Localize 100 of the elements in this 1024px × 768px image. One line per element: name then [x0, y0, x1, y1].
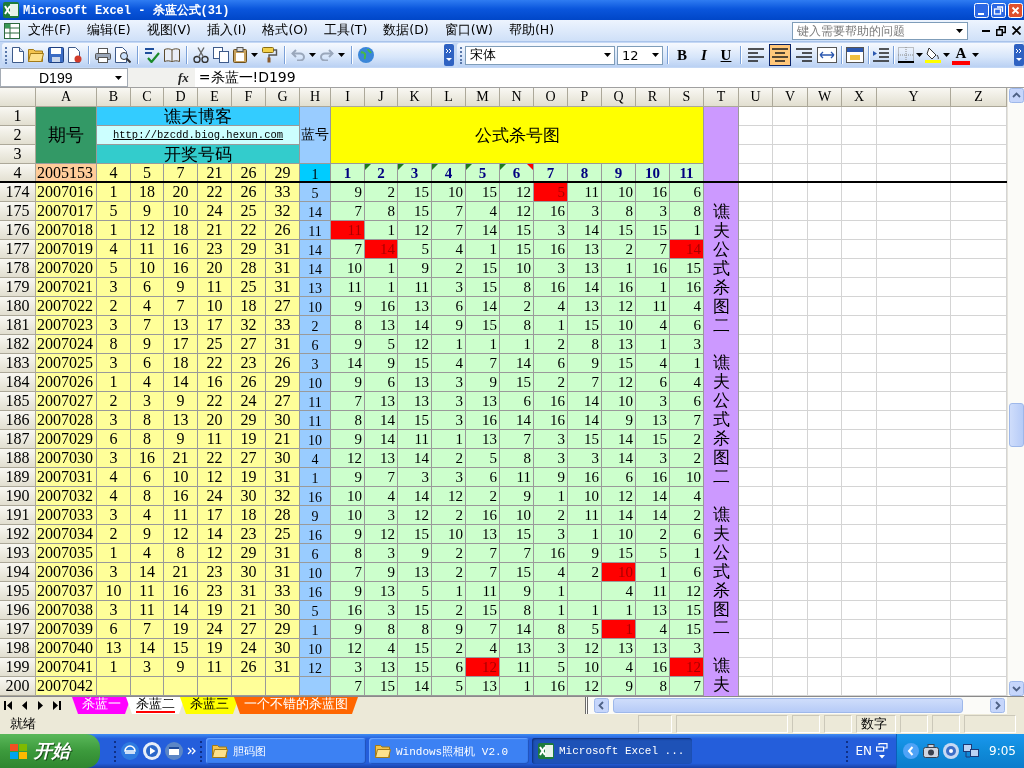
row-header[interactable]: 174	[0, 183, 36, 202]
caret-icon[interactable]	[338, 53, 345, 57]
row-header[interactable]: 190	[0, 487, 36, 506]
column-header[interactable]: W	[808, 88, 842, 107]
indent-icon[interactable]	[873, 48, 889, 62]
paintbrush-icon[interactable]	[262, 47, 278, 63]
column-header[interactable]: C	[131, 88, 164, 107]
caret-icon[interactable]	[972, 53, 979, 57]
bold-button[interactable]: B	[672, 45, 692, 65]
column-header[interactable]: I	[331, 88, 365, 107]
taskbar-button[interactable]: 胆码图	[206, 738, 366, 764]
close-icon[interactable]	[1012, 26, 1021, 35]
blog-link[interactable]: http://bzcdd.biog.hexun.com	[112, 129, 284, 141]
document-icon[interactable]	[12, 47, 24, 63]
menu-item[interactable]: 视图(V)	[138, 20, 199, 41]
row-header[interactable]: 194	[0, 563, 36, 582]
row-header[interactable]: 198	[0, 639, 36, 658]
sheet-tab[interactable]: 杀蓝二	[126, 697, 185, 714]
language-indicator[interactable]: EN	[855, 744, 873, 758]
borders-icon[interactable]	[898, 47, 914, 63]
last-sheet-icon[interactable]	[52, 701, 61, 710]
row-header[interactable]: 1	[0, 107, 36, 126]
column-header[interactable]: F	[232, 88, 266, 107]
horizontal-scrollbar[interactable]	[585, 697, 1007, 714]
row-header[interactable]: 189	[0, 468, 36, 487]
column-header[interactable]: T	[704, 88, 739, 107]
column-header[interactable]: Y	[877, 88, 951, 107]
column-header[interactable]: Z	[951, 88, 1007, 107]
font-size-field[interactable]: 12	[617, 45, 663, 65]
save-icon[interactable]	[48, 47, 64, 63]
print-preview-icon[interactable]	[115, 47, 131, 63]
start-button[interactable]: 开始	[0, 734, 100, 768]
menu-item[interactable]: 格式(O)	[254, 20, 316, 41]
column-header[interactable]: G	[266, 88, 300, 107]
row-header[interactable]: 188	[0, 449, 36, 468]
row-header[interactable]: 197	[0, 620, 36, 639]
toolbar-options-icon[interactable]	[1014, 44, 1024, 66]
column-header[interactable]: R	[636, 88, 670, 107]
scroll-up-icon[interactable]	[1008, 88, 1024, 103]
column-header[interactable]: Q	[602, 88, 636, 107]
spell-check-icon[interactable]	[144, 47, 160, 63]
row-header[interactable]: 193	[0, 544, 36, 563]
column-header[interactable]: J	[365, 88, 398, 107]
clipboard-icon[interactable]	[233, 47, 247, 63]
network-icon[interactable]	[963, 744, 980, 758]
chevrons-right-icon[interactable]	[187, 747, 196, 755]
caret-icon[interactable]	[943, 53, 950, 57]
column-header[interactable]: A	[36, 88, 97, 107]
column-header[interactable]: S	[670, 88, 704, 107]
row-header[interactable]: 184	[0, 373, 36, 392]
row-header[interactable]: 177	[0, 240, 36, 259]
row-header[interactable]: 183	[0, 354, 36, 373]
grip-icon[interactable]	[200, 740, 203, 762]
row-header[interactable]: 187	[0, 430, 36, 449]
row-header[interactable]: 191	[0, 506, 36, 525]
row-header[interactable]: 186	[0, 411, 36, 430]
name-box[interactable]: D199	[0, 68, 128, 87]
italic-button[interactable]: I	[694, 45, 714, 65]
column-header[interactable]: U	[739, 88, 773, 107]
menu-item[interactable]: 文件(F)	[20, 20, 79, 41]
caret-icon[interactable]	[115, 75, 122, 80]
formula-field[interactable]: =杀蓝一!D199	[194, 68, 1024, 87]
restore-icon[interactable]	[996, 25, 1006, 36]
caret-icon[interactable]	[652, 53, 659, 57]
column-header[interactable]: P	[568, 88, 602, 107]
column-header[interactable]: E	[198, 88, 232, 107]
row-header[interactable]: 176	[0, 221, 36, 240]
caret-icon[interactable]	[604, 53, 611, 57]
insert-function-button[interactable]: fx	[176, 69, 191, 86]
caret-icon[interactable]	[309, 53, 316, 57]
printer-icon[interactable]	[95, 47, 111, 63]
row-header[interactable]: 179	[0, 278, 36, 297]
restore-caret-icon[interactable]	[876, 743, 889, 759]
column-header[interactable]: M	[466, 88, 500, 107]
menu-item[interactable]: 插入(I)	[198, 20, 255, 41]
grip-icon[interactable]	[846, 740, 850, 762]
column-header[interactable]: H	[300, 88, 331, 107]
font-name-field[interactable]: 宋体	[465, 45, 615, 65]
row-header[interactable]: 182	[0, 335, 36, 354]
toolbar-options-icon[interactable]	[444, 44, 454, 66]
column-header[interactable]: D	[164, 88, 198, 107]
merge-cells-icon[interactable]	[817, 47, 837, 63]
column-header[interactable]: B	[97, 88, 131, 107]
menu-item[interactable]: 数据(D)	[375, 20, 437, 41]
row-header[interactable]: 175	[0, 202, 36, 221]
globe-icon[interactable]	[358, 47, 374, 63]
toolbar-grip-icon[interactable]	[460, 46, 463, 64]
taskbar-button[interactable]: Windows照相机 V2.0	[369, 738, 529, 764]
taskbar-button[interactable]: Microsoft Excel ...	[532, 738, 692, 764]
copy-icon[interactable]	[213, 47, 229, 63]
first-sheet-icon[interactable]	[4, 701, 13, 710]
row-header[interactable]: 196	[0, 601, 36, 620]
spreadsheet-icon[interactable]	[4, 22, 20, 39]
book-icon[interactable]	[164, 48, 180, 62]
column-header[interactable]: K	[398, 88, 432, 107]
disc-icon[interactable]	[943, 743, 960, 759]
row-header[interactable]: 199	[0, 658, 36, 677]
scissors-icon[interactable]	[193, 47, 209, 63]
chevron-left-icon[interactable]	[903, 743, 920, 759]
row-header[interactable]: 181	[0, 316, 36, 335]
